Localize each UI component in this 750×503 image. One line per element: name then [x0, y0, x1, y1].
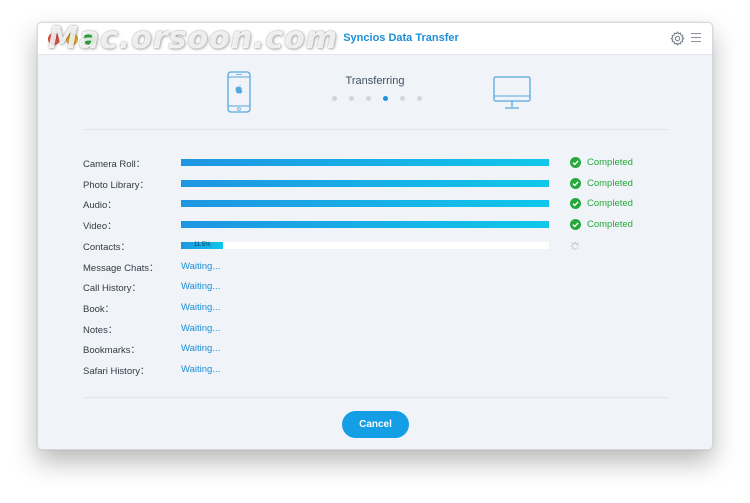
progress-bar-fill: [181, 159, 549, 166]
row-label: Photo Library：: [83, 180, 150, 191]
progress-bar-fill: [181, 221, 549, 228]
step-dot: [332, 96, 337, 101]
status-waiting-text: Waiting...: [181, 323, 221, 334]
step-dot: [383, 96, 388, 101]
transfer-row: Contacts： 11.5%: [83, 236, 643, 256]
check-circle-icon: [570, 178, 581, 189]
progress-bar: [181, 200, 549, 207]
transfer-row: Audio： Completed: [83, 194, 643, 214]
status-completed-text: Completed: [587, 219, 633, 230]
gear-icon[interactable]: [670, 31, 685, 46]
step-dot: [417, 96, 422, 101]
menu-icon[interactable]: [691, 33, 701, 43]
iphone-icon: [227, 71, 251, 113]
step-dot: [349, 96, 354, 101]
transfer-row: Photo Library： Completed: [83, 174, 643, 194]
check-circle-icon: [570, 198, 581, 209]
step-dot: [400, 96, 405, 101]
transfer-row: Video： Completed: [83, 215, 643, 235]
transfer-row: Bookmarks： Waiting...: [83, 339, 643, 359]
progress-bar: [181, 159, 549, 166]
transfer-row: Safari History： Waiting...: [83, 360, 643, 380]
transfer-row: Notes： Waiting...: [83, 319, 643, 339]
status-waiting-text: Waiting...: [181, 281, 221, 292]
status-waiting-text: Waiting...: [181, 261, 221, 272]
status-completed-text: Completed: [587, 157, 633, 168]
transfer-row: Book： Waiting...: [83, 298, 643, 318]
row-label: Message Chats：: [83, 263, 159, 274]
cancel-button[interactable]: Cancel: [342, 411, 409, 438]
progress-bar: [181, 221, 549, 228]
row-label: Video：: [83, 221, 117, 232]
row-label: Notes：: [83, 325, 118, 336]
step-dot: [366, 96, 371, 101]
progress-bar: 11.5%: [181, 242, 549, 249]
status-waiting-text: Waiting...: [181, 302, 221, 313]
row-label: Safari History：: [83, 366, 150, 377]
progress-bar: [181, 180, 549, 187]
status-completed-text: Completed: [587, 198, 633, 209]
status-completed-text: Completed: [587, 178, 633, 189]
progress-bar-fill: [181, 200, 549, 207]
header-divider: [83, 129, 668, 130]
row-label: Call History：: [83, 283, 142, 294]
title-bar: Mac.orsoon.com Syncios Data Transfer: [38, 23, 712, 56]
progress-bar-fill: [181, 180, 549, 187]
row-label: Audio：: [83, 200, 117, 211]
status-waiting-text: Waiting...: [181, 364, 221, 375]
check-circle-icon: [570, 219, 581, 230]
loading-spinner-icon: [570, 241, 580, 251]
transfer-status-title: Transferring: [345, 75, 405, 87]
row-label: Bookmarks：: [83, 345, 141, 356]
status-waiting-text: Waiting...: [181, 343, 221, 354]
row-label: Contacts：: [83, 242, 130, 253]
app-title: Syncios Data Transfer: [343, 32, 459, 44]
row-label: Camera Roll：: [83, 159, 146, 170]
app-window: Mac.orsoon.com Syncios Data Transfer Tra…: [37, 22, 713, 450]
transfer-row: Message Chats： Waiting...: [83, 257, 643, 277]
computer-monitor-icon: [493, 76, 531, 109]
transfer-row: Call History： Waiting...: [83, 277, 643, 297]
progress-percent-label: 11.5%: [193, 242, 211, 248]
transfer-row: Camera Roll： Completed: [83, 153, 643, 173]
row-label: Book：: [83, 304, 115, 315]
footer-divider: [83, 397, 668, 398]
check-circle-icon: [570, 157, 581, 168]
